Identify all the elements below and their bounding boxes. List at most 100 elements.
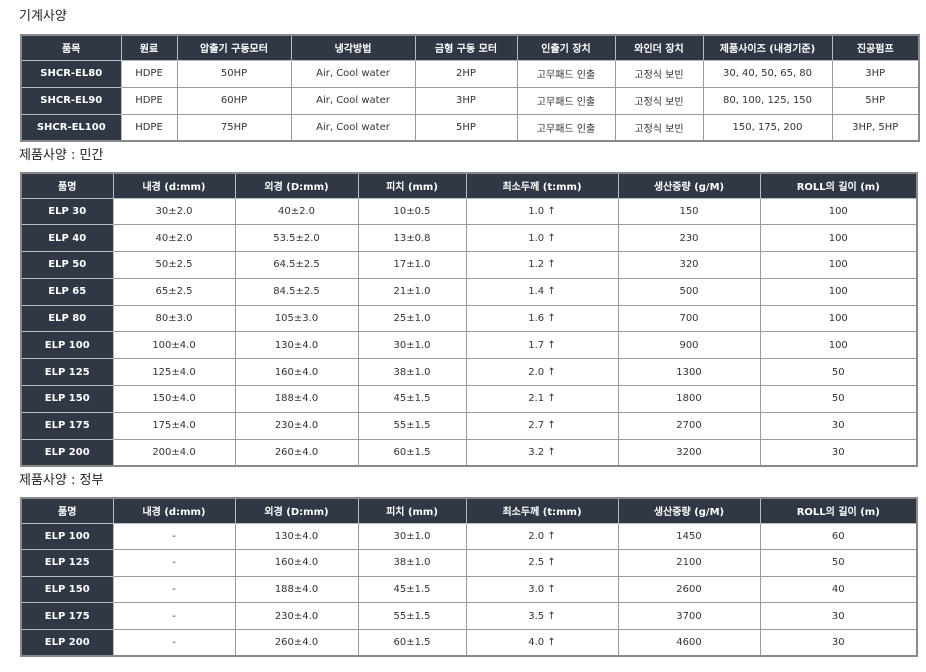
civil-cell: 100 bbox=[759, 277, 918, 306]
machine-table-row: SHCR-EL90 HDPE 60HP Air, Cool water 3HP 고무패드 … bbox=[20, 86, 920, 115]
government-header-row: 품명 내경 (d:mm) 외경 (D:mm) 피치 (mm) 최소두께 (t:mm) 생산… bbox=[20, 497, 918, 524]
machine-cell: 80, 100, 125, 150 bbox=[702, 86, 833, 115]
government-cell: 45±1.5 bbox=[357, 575, 467, 604]
government-cell: 55±1.5 bbox=[357, 602, 467, 630]
machine-spec-table: 품목 원료 압출기 구동모터 냉각방법 금형 구동 모터 인출기 장치 와인더 장치 제품사이… bbox=[20, 34, 920, 142]
government-cell: 260±4.0 bbox=[234, 628, 359, 657]
civil-cell: 30 bbox=[759, 438, 918, 467]
civil-table-row: ELP 40 40±2.0 53.5±2.0 13±0.8 1.0 ↑ 230 100 bbox=[20, 224, 918, 253]
machine-cell: 60HP bbox=[176, 86, 292, 115]
civil-cell: 38±1.0 bbox=[357, 358, 467, 387]
civil-cell: 900 bbox=[617, 331, 761, 360]
government-table-row: ELP 150-188±4.0 45±1.5 3.0 ↑ 2600 40 bbox=[20, 575, 918, 604]
machine-cell: 3HP bbox=[831, 59, 920, 88]
civil-cell: 100 bbox=[759, 304, 918, 333]
civil-row-label: ELP 200 bbox=[20, 438, 114, 467]
government-spec-title: 제품사양 : 정부 bbox=[19, 473, 104, 488]
government-header-cell: ROLL의 길이 (m) bbox=[759, 497, 918, 524]
government-cell: 230±4.0 bbox=[234, 602, 359, 630]
civil-header-cell: 생산중량 (g/M) bbox=[617, 172, 761, 199]
civil-cell: 1.0 ↑ bbox=[465, 197, 619, 226]
civil-table-row: ELP 125 125±4.0 160±4.0 38±1.0 2.0 ↑ 1300 50 bbox=[20, 358, 918, 387]
machine-header-cell: 품목 bbox=[20, 34, 122, 61]
government-row-label: ELP 175 bbox=[20, 602, 114, 630]
civil-header-cell: 피치 (mm) bbox=[357, 172, 467, 199]
civil-table-row: ELP 200 200±4.0 260±4.0 60±1.5 3.2 ↑ 3200 30 bbox=[20, 438, 918, 467]
civil-cell: 105±3.0 bbox=[234, 304, 359, 333]
civil-cell: 50 bbox=[759, 358, 918, 387]
civil-row-label: ELP 30 bbox=[20, 197, 114, 226]
government-cell: 2600 bbox=[617, 575, 761, 604]
machine-cell: Air, Cool water bbox=[290, 86, 416, 115]
machine-cell: 고정식 보빈 bbox=[614, 86, 704, 115]
civil-cell: 45±1.5 bbox=[357, 385, 467, 413]
machine-spec-title: 기계사양 bbox=[19, 9, 67, 24]
civil-cell: 3.2 ↑ bbox=[465, 438, 619, 467]
government-cell: - bbox=[112, 549, 236, 577]
civil-cell: 50 bbox=[759, 385, 918, 413]
government-cell: 50 bbox=[759, 549, 918, 577]
civil-cell: 13±0.8 bbox=[357, 224, 467, 253]
government-cell: 3.5 ↑ bbox=[465, 602, 619, 630]
civil-header-cell: 내경 (d:mm) bbox=[112, 172, 236, 199]
civil-cell: 84.5±2.5 bbox=[234, 277, 359, 306]
machine-cell: 5HP bbox=[414, 113, 518, 142]
government-cell: 30±1.0 bbox=[357, 522, 467, 551]
civil-cell: 2.1 ↑ bbox=[465, 385, 619, 413]
civil-table-row: ELP 65 65±2.5 84.5±2.5 21±1.0 1.4 ↑ 500 100 bbox=[20, 277, 918, 306]
machine-cell: 150, 175, 200 bbox=[702, 113, 833, 142]
government-cell: - bbox=[112, 628, 236, 657]
machine-cell: Air, Cool water bbox=[290, 113, 416, 142]
government-cell: 30 bbox=[759, 628, 918, 657]
government-cell: 2100 bbox=[617, 549, 761, 577]
government-cell: 2.5 ↑ bbox=[465, 549, 619, 577]
government-row-label: ELP 150 bbox=[20, 575, 114, 604]
civil-header-cell: 최소두께 (t:mm) bbox=[465, 172, 619, 199]
civil-cell: 150±4.0 bbox=[112, 385, 236, 413]
machine-header-cell: 진공펌프 bbox=[831, 34, 920, 61]
government-cell: 30 bbox=[759, 602, 918, 630]
civil-cell: 100 bbox=[759, 251, 918, 279]
government-header-cell: 생산중량 (g/M) bbox=[617, 497, 761, 524]
civil-cell: 21±1.0 bbox=[357, 277, 467, 306]
civil-table-row: ELP 175 175±4.0 230±4.0 55±1.5 2.7 ↑ 2700 30 bbox=[20, 411, 918, 440]
government-table-row: ELP 200-260±4.0 60±1.5 4.0 ↑ 4600 30 bbox=[20, 628, 918, 657]
civil-cell: 700 bbox=[617, 304, 761, 333]
government-cell: 60 bbox=[759, 522, 918, 551]
government-cell: 130±4.0 bbox=[234, 522, 359, 551]
government-header-cell: 외경 (D:mm) bbox=[234, 497, 359, 524]
civil-cell: 2.7 ↑ bbox=[465, 411, 619, 440]
government-table-row: ELP 175-230±4.0 55±1.5 3.5 ↑ 3700 30 bbox=[20, 602, 918, 630]
civil-cell: 40±2.0 bbox=[112, 224, 236, 253]
machine-cell: HDPE bbox=[120, 86, 178, 115]
civil-header-cell: 외경 (D:mm) bbox=[234, 172, 359, 199]
machine-header-cell: 인출기 장치 bbox=[516, 34, 616, 61]
civil-cell: 80±3.0 bbox=[112, 304, 236, 333]
government-cell: 4600 bbox=[617, 628, 761, 657]
government-cell: 4.0 ↑ bbox=[465, 628, 619, 657]
machine-cell: 고정식 보빈 bbox=[614, 59, 704, 88]
government-cell: 2.0 ↑ bbox=[465, 522, 619, 551]
machine-cell: HDPE bbox=[120, 59, 178, 88]
government-header-cell: 최소두께 (t:mm) bbox=[465, 497, 619, 524]
machine-cell: 고정식 보빈 bbox=[614, 113, 704, 142]
civil-cell: 60±1.5 bbox=[357, 438, 467, 467]
civil-cell: 200±4.0 bbox=[112, 438, 236, 467]
machine-cell: 고무패드 인출 bbox=[516, 59, 616, 88]
government-cell: 60±1.5 bbox=[357, 628, 467, 657]
civil-cell: 30±2.0 bbox=[112, 197, 236, 226]
civil-cell: 500 bbox=[617, 277, 761, 306]
machine-header-cell: 금형 구동 모터 bbox=[414, 34, 518, 61]
government-cell: 188±4.0 bbox=[234, 575, 359, 604]
government-cell: - bbox=[112, 522, 236, 551]
civil-spec-title: 제품사양 : 민간 bbox=[19, 148, 104, 163]
civil-row-label: ELP 125 bbox=[20, 358, 114, 387]
machine-header-cell: 제품사이즈 (내경기준) bbox=[702, 34, 833, 61]
civil-header-row: 품명 내경 (d:mm) 외경 (D:mm) 피치 (mm) 최소두께 (t:mm) 생산… bbox=[20, 172, 918, 199]
civil-table-row: ELP 30 30±2.0 40±2.0 10±0.5 1.0 ↑ 150 100 bbox=[20, 197, 918, 226]
civil-cell: 100 bbox=[759, 331, 918, 360]
machine-row-label: SHCR-EL100 bbox=[20, 113, 122, 142]
machine-header-cell: 압출기 구동모터 bbox=[176, 34, 292, 61]
civil-cell: 1.6 ↑ bbox=[465, 304, 619, 333]
government-row-label: ELP 200 bbox=[20, 628, 114, 657]
